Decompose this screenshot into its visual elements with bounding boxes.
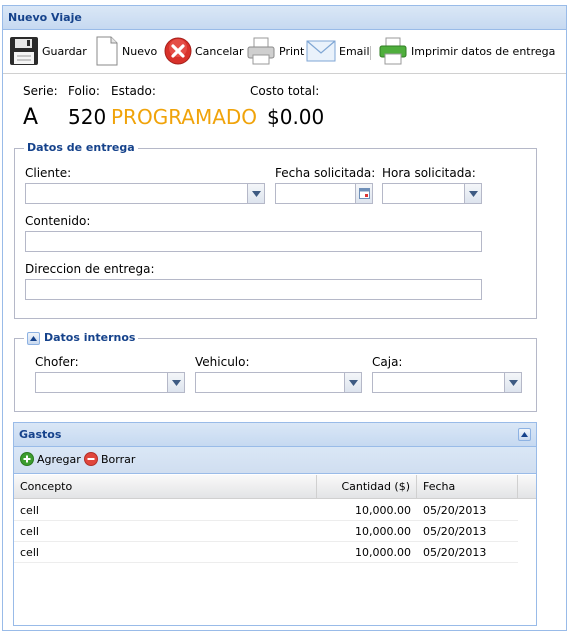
contenido-input[interactable] bbox=[25, 231, 482, 252]
cancelar-button[interactable]: Cancelar bbox=[164, 36, 244, 66]
chofer-value bbox=[36, 373, 48, 394]
vehiculo-dropdown-trigger[interactable] bbox=[344, 373, 361, 392]
cantidad-cell: 10,000.00 bbox=[355, 504, 411, 517]
caja-value bbox=[373, 373, 385, 394]
column-header-cantidad[interactable]: Cantidad ($) bbox=[317, 475, 417, 499]
column-header-fecha[interactable]: Fecha bbox=[417, 475, 518, 499]
column-header-concepto[interactable]: Concepto bbox=[14, 475, 317, 499]
gastos-toolbar: Agregar Borrar bbox=[14, 447, 536, 474]
chevron-down-icon bbox=[251, 190, 261, 197]
estado-value: PROGRAMADO bbox=[111, 105, 258, 129]
cliente-combo[interactable] bbox=[25, 183, 265, 204]
new-document-icon bbox=[96, 36, 118, 66]
serie-value: A bbox=[23, 105, 39, 130]
fecha-solicitada-field[interactable] bbox=[275, 183, 373, 204]
imprimir-label: Imprimir datos de entrega bbox=[411, 44, 556, 58]
chofer-dropdown-trigger[interactable] bbox=[167, 373, 184, 392]
guardar-button[interactable]: Guardar bbox=[9, 36, 87, 66]
borrar-button[interactable]: Borrar bbox=[84, 452, 135, 466]
direccion-entrega-value bbox=[26, 280, 38, 301]
cliente-dropdown-trigger[interactable] bbox=[247, 184, 264, 203]
contenido-value bbox=[26, 232, 38, 253]
cantidad-cell: 10,000.00 bbox=[355, 525, 411, 538]
printer-icon bbox=[247, 37, 275, 65]
concepto-cell: cell bbox=[20, 525, 39, 538]
costo-total-value: $0.00 bbox=[267, 105, 325, 129]
direccion-entrega-label: Direccion de entrega: bbox=[25, 262, 155, 276]
envelope-icon bbox=[306, 40, 336, 62]
print-button[interactable]: Print bbox=[246, 36, 304, 66]
caja-dropdown-trigger[interactable] bbox=[504, 373, 521, 392]
print-label: Print bbox=[279, 44, 305, 58]
costo-total-label: Costo total: bbox=[250, 84, 320, 98]
hora-solicitada-value bbox=[383, 184, 395, 205]
fecha-cell: 05/20/2013 bbox=[423, 504, 487, 517]
direccion-entrega-input[interactable] bbox=[25, 279, 482, 300]
table-row[interactable]: cell 10,000.00 05/20/2013 bbox=[14, 542, 518, 563]
add-icon bbox=[20, 452, 34, 466]
borrar-label: Borrar bbox=[101, 452, 136, 466]
calendar-icon bbox=[358, 188, 370, 199]
datos-entrega-legend: Datos de entrega bbox=[24, 141, 138, 155]
floppy-disk-icon bbox=[10, 37, 38, 65]
fecha-solicitada-value bbox=[276, 184, 288, 205]
email-button[interactable]: Email bbox=[306, 36, 370, 66]
chofer-label: Chofer: bbox=[35, 355, 79, 369]
vehiculo-label: Vehiculo: bbox=[195, 355, 250, 369]
caja-label: Caja: bbox=[372, 355, 403, 369]
gastos-header: Gastos bbox=[14, 423, 536, 447]
fecha-solicitada-label: Fecha solicitada: bbox=[275, 166, 376, 180]
panel-title: Nuevo Viaje bbox=[3, 6, 566, 30]
cancel-icon bbox=[164, 37, 192, 65]
concepto-cell: cell bbox=[20, 546, 39, 559]
date-picker-trigger[interactable] bbox=[355, 184, 372, 203]
toolbar-separator bbox=[370, 46, 371, 60]
estado-label: Estado: bbox=[111, 84, 156, 98]
serie-label: Serie: bbox=[23, 84, 58, 98]
agregar-label: Agregar bbox=[37, 452, 81, 466]
delete-icon bbox=[84, 452, 98, 466]
collapse-datos-internos-button[interactable] bbox=[27, 331, 40, 345]
datos-internos-title: Datos internos bbox=[44, 331, 136, 344]
datos-internos-legend: Datos internos bbox=[24, 331, 139, 345]
email-label: Email bbox=[339, 44, 370, 58]
hora-dropdown-trigger[interactable] bbox=[464, 184, 481, 203]
cliente-value bbox=[26, 184, 38, 205]
folio-label: Folio: bbox=[68, 84, 100, 98]
chevron-down-icon bbox=[508, 379, 518, 386]
column-header-spacer bbox=[518, 475, 536, 499]
fecha-cell: 05/20/2013 bbox=[423, 546, 487, 559]
table-row[interactable]: cell 10,000.00 05/20/2013 bbox=[14, 521, 518, 542]
chofer-combo[interactable] bbox=[35, 372, 185, 393]
agregar-button[interactable]: Agregar bbox=[20, 452, 81, 466]
collapse-gastos-button[interactable] bbox=[518, 428, 531, 441]
vehiculo-value bbox=[196, 373, 208, 394]
hora-solicitada-combo[interactable] bbox=[382, 183, 482, 204]
table-row[interactable]: cell 10,000.00 05/20/2013 bbox=[14, 500, 518, 521]
hora-solicitada-label: Hora solicitada: bbox=[382, 166, 476, 180]
chevron-down-icon bbox=[348, 379, 358, 386]
main-toolbar: Guardar Nuevo Cancelar Print Email Impri… bbox=[3, 30, 566, 74]
caja-combo[interactable] bbox=[372, 372, 522, 393]
folio-value: 520 bbox=[68, 105, 107, 129]
vehiculo-combo[interactable] bbox=[195, 372, 362, 393]
chevron-up-icon bbox=[521, 432, 528, 437]
chevron-down-icon bbox=[171, 379, 181, 386]
fecha-cell: 05/20/2013 bbox=[423, 525, 487, 538]
chevron-up-icon bbox=[30, 335, 37, 341]
green-printer-icon bbox=[379, 37, 407, 65]
nuevo-button[interactable]: Nuevo bbox=[95, 36, 157, 66]
gastos-grid-panel: Gastos Agregar Borrar Concepto Cantidad … bbox=[13, 422, 537, 626]
guardar-label: Guardar bbox=[42, 44, 87, 58]
cliente-label: Cliente: bbox=[25, 166, 72, 180]
nuevo-label: Nuevo bbox=[122, 44, 158, 58]
gastos-title: Gastos bbox=[19, 428, 62, 441]
cantidad-cell: 10,000.00 bbox=[355, 546, 411, 559]
cancelar-label: Cancelar bbox=[195, 44, 244, 58]
concepto-cell: cell bbox=[20, 504, 39, 517]
imprimir-entrega-button[interactable]: Imprimir datos de entrega bbox=[378, 36, 555, 66]
chevron-down-icon bbox=[468, 190, 478, 197]
contenido-label: Contenido: bbox=[25, 214, 91, 228]
